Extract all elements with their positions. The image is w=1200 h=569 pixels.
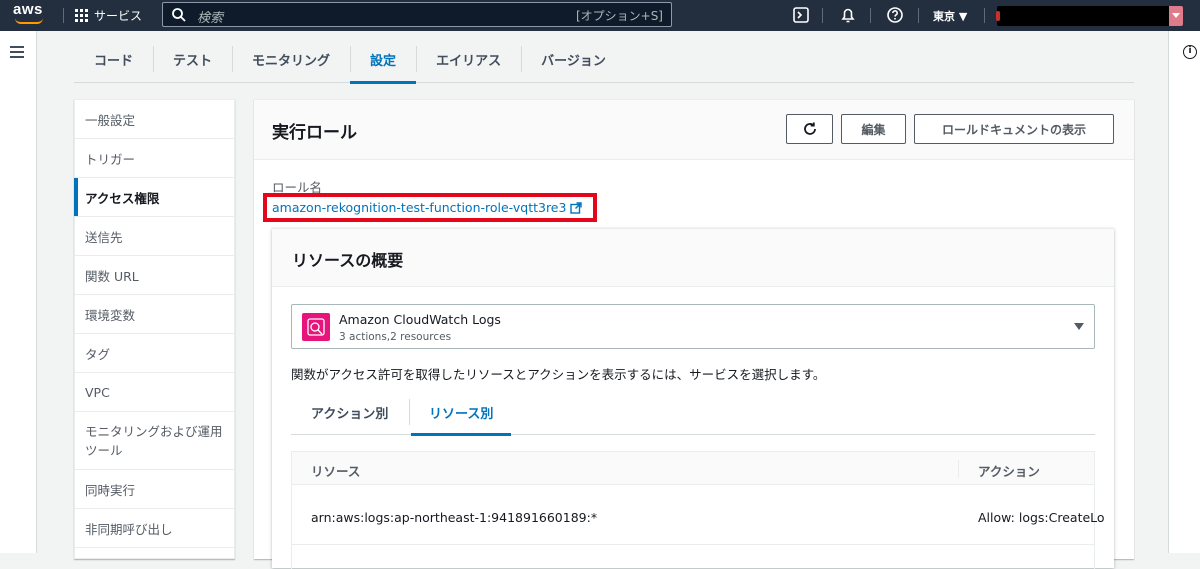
search-input[interactable]: 検索 [オプション+S] <box>162 2 672 27</box>
tab-code[interactable]: コード <box>74 36 153 83</box>
select-hint-text: 関数がアクセス許可を取得したリソースとアクションを表示するには、サービスを選択し… <box>291 367 826 382</box>
tab-monitoring[interactable]: モニタリング <box>232 36 350 83</box>
nav-triggers[interactable]: トリガー <box>75 139 234 178</box>
column-action[interactable]: アクション <box>978 461 1040 480</box>
external-link-icon <box>570 201 583 214</box>
function-tabs: コード テスト モニタリング 設定 エイリアス バージョン <box>74 36 1134 84</box>
services-label: サービス <box>94 9 143 23</box>
nav-general-config[interactable]: 一般設定 <box>75 100 234 139</box>
table-header: リソース アクション <box>292 452 1094 485</box>
nav-concurrency[interactable]: 同時実行 <box>75 470 234 509</box>
account-marker <box>996 11 1000 21</box>
execution-role-panel: 実行ロール 編集 ロールドキュメントの表示 ロール名 amazon-rekogn… <box>254 99 1134 569</box>
card-title: リソースの概要 <box>292 251 404 270</box>
chevron-down-icon <box>1074 323 1084 330</box>
resource-summary-card: リソースの概要 Amazon CloudWatch Logs 3 actions… <box>272 228 1114 569</box>
resource-arn: arn:aws:logs:ap-northeast-1:941891660189… <box>311 510 598 525</box>
tab-by-action[interactable]: アクション別 <box>311 389 388 435</box>
service-summary: 3 actions,2 resources <box>339 331 452 343</box>
nav-permissions[interactable]: アクセス権限 <box>74 178 234 217</box>
tab-configuration[interactable]: 設定 <box>350 36 417 84</box>
summary-subtabs: アクション別 リソース別 <box>291 389 1095 436</box>
nav-vpc[interactable]: VPC <box>75 373 234 412</box>
aws-smile-icon <box>15 18 43 24</box>
nav-function-url[interactable]: 関数 URL <box>75 256 234 295</box>
config-side-nav: 一般設定 トリガー アクセス権限 送信先 関数 URL 環境変数 タグ VPC … <box>74 99 235 559</box>
help-icon[interactable] <box>886 6 904 24</box>
column-resource[interactable]: リソース <box>311 461 360 480</box>
divider <box>870 8 871 23</box>
service-select[interactable]: Amazon CloudWatch Logs 3 actions,2 resou… <box>291 304 1095 349</box>
right-rail <box>1168 31 1200 553</box>
search-placeholder: 検索 <box>197 11 224 26</box>
chevron-down-icon <box>1169 6 1183 26</box>
divider <box>984 8 985 23</box>
divider <box>63 8 64 23</box>
grid-icon <box>75 9 88 22</box>
account-menu[interactable] <box>996 6 1183 26</box>
role-name-text: amazon-rekognition-test-function-role-vq… <box>272 200 567 215</box>
cloudshell-icon[interactable] <box>792 6 810 24</box>
divider <box>409 399 410 425</box>
role-name-link[interactable]: amazon-rekognition-test-function-role-vq… <box>272 200 583 215</box>
aws-logo-text: aws <box>13 1 43 18</box>
menu-icon[interactable] <box>10 46 24 58</box>
search-icon <box>172 8 186 22</box>
resource-action: Allow: logs:CreateLo <box>978 510 1105 525</box>
panel-title: 実行ロール <box>272 123 357 143</box>
service-name: Amazon CloudWatch Logs <box>339 312 501 327</box>
view-role-document-button[interactable]: ロールドキュメントの表示 <box>914 114 1114 144</box>
region-selector[interactable]: 東京 ▼ <box>933 8 967 24</box>
info-icon[interactable]: i <box>1183 45 1197 59</box>
nav-async-invocation[interactable]: 非同期呼び出し <box>75 509 234 548</box>
tab-aliases[interactable]: エイリアス <box>416 36 521 83</box>
left-rail <box>0 31 37 553</box>
cloudwatch-logs-icon <box>302 313 330 341</box>
refresh-icon <box>803 122 816 135</box>
row-divider <box>292 544 1094 545</box>
nav-destinations[interactable]: 送信先 <box>75 217 234 256</box>
edit-button[interactable]: 編集 <box>841 114 906 144</box>
divider <box>822 8 823 23</box>
divider <box>958 460 959 478</box>
search-shortcut: [オプション+S] <box>575 9 663 23</box>
divider <box>918 8 919 23</box>
tab-versions[interactable]: バージョン <box>521 36 626 83</box>
nav-monitoring-tools[interactable]: モニタリングおよび運用ツール <box>75 412 234 470</box>
nav-environment-variables[interactable]: 環境変数 <box>75 295 234 334</box>
tab-by-resource[interactable]: リソース別 <box>410 389 512 436</box>
aws-logo[interactable]: aws <box>13 1 47 27</box>
services-menu-button[interactable]: サービス <box>75 7 142 24</box>
card-header: リソースの概要 <box>272 229 1114 287</box>
top-nav-bar: aws サービス 検索 [オプション+S] 東京 ▼ <box>0 0 1200 31</box>
nav-tags[interactable]: タグ <box>75 334 234 373</box>
bell-icon[interactable] <box>839 6 857 24</box>
panel-header: 実行ロール 編集 ロールドキュメントの表示 <box>254 100 1134 160</box>
tab-test[interactable]: テスト <box>153 36 232 83</box>
refresh-button[interactable] <box>786 114 833 144</box>
resource-table: リソース アクション arn:aws:logs:ap-northeast-1:9… <box>291 451 1105 569</box>
